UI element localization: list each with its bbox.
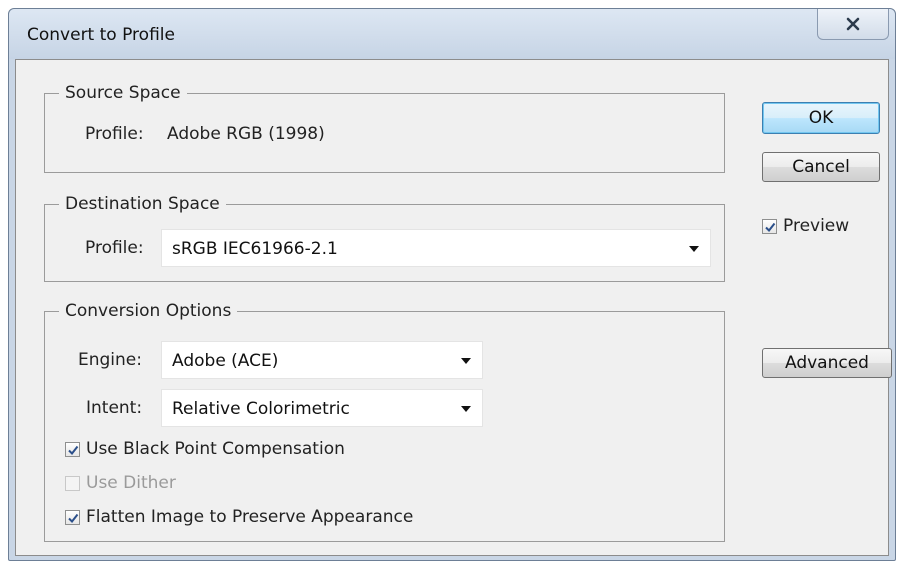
convert-to-profile-dialog: Convert to Profile Source Space Profile:… xyxy=(8,8,896,561)
black-point-compensation-label: Use Black Point Compensation xyxy=(86,439,345,459)
chevron-down-icon xyxy=(689,246,699,252)
intent-label: Intent: xyxy=(86,398,143,418)
checkmark-icon xyxy=(765,222,776,232)
dialog-body: Source Space Profile: Adobe RGB (1998) D… xyxy=(15,59,892,556)
engine-value: Adobe (ACE) xyxy=(172,351,279,371)
preview-checkbox[interactable]: Preview xyxy=(762,214,849,238)
destination-profile-label: Profile: xyxy=(85,238,144,258)
checkbox-box[interactable] xyxy=(762,218,777,234)
destination-space-legend: Destination Space xyxy=(59,192,226,216)
destination-profile-dropdown[interactable]: sRGB IEC61966-2.1 xyxy=(161,229,711,267)
checkbox-box[interactable] xyxy=(65,441,80,457)
engine-label: Engine: xyxy=(78,350,142,370)
source-space-legend: Source Space xyxy=(59,81,187,105)
title-bar[interactable]: Convert to Profile xyxy=(9,9,895,59)
dialog-title: Convert to Profile xyxy=(27,25,175,45)
checkmark-icon xyxy=(68,445,79,455)
flatten-image-label: Flatten Image to Preserve Appearance xyxy=(86,507,414,527)
intent-value: Relative Colorimetric xyxy=(172,399,350,419)
flatten-image-checkbox[interactable]: Flatten Image to Preserve Appearance xyxy=(65,505,413,529)
conversion-options-legend: Conversion Options xyxy=(59,299,238,323)
checkmark-icon xyxy=(68,513,79,523)
chevron-down-icon xyxy=(461,358,471,364)
destination-profile-value: sRGB IEC61966-2.1 xyxy=(172,239,338,259)
conversion-options-group: Conversion Options Engine: Adobe (ACE) I… xyxy=(44,299,725,542)
ok-button[interactable]: OK xyxy=(762,102,880,134)
source-profile-value: Adobe RGB (1998) xyxy=(167,124,325,144)
advanced-button[interactable]: Advanced xyxy=(762,348,892,378)
engine-dropdown[interactable]: Adobe (ACE) xyxy=(161,341,483,379)
source-space-group: Source Space Profile: Adobe RGB (1998) xyxy=(44,81,725,173)
destination-space-group: Destination Space Profile: sRGB IEC61966… xyxy=(44,192,725,282)
chevron-down-icon xyxy=(461,406,471,412)
intent-dropdown[interactable]: Relative Colorimetric xyxy=(161,389,483,427)
use-dither-label: Use Dither xyxy=(86,473,176,493)
source-profile-label: Profile: xyxy=(85,124,144,144)
black-point-compensation-checkbox[interactable]: Use Black Point Compensation xyxy=(65,437,345,461)
checkbox-box[interactable] xyxy=(65,509,80,525)
close-icon xyxy=(846,17,860,31)
use-dither-checkbox[interactable]: Use Dither xyxy=(65,471,176,495)
checkbox-box[interactable] xyxy=(65,475,80,491)
close-button[interactable] xyxy=(817,9,889,40)
preview-label: Preview xyxy=(783,216,850,236)
cancel-button[interactable]: Cancel xyxy=(762,152,880,182)
